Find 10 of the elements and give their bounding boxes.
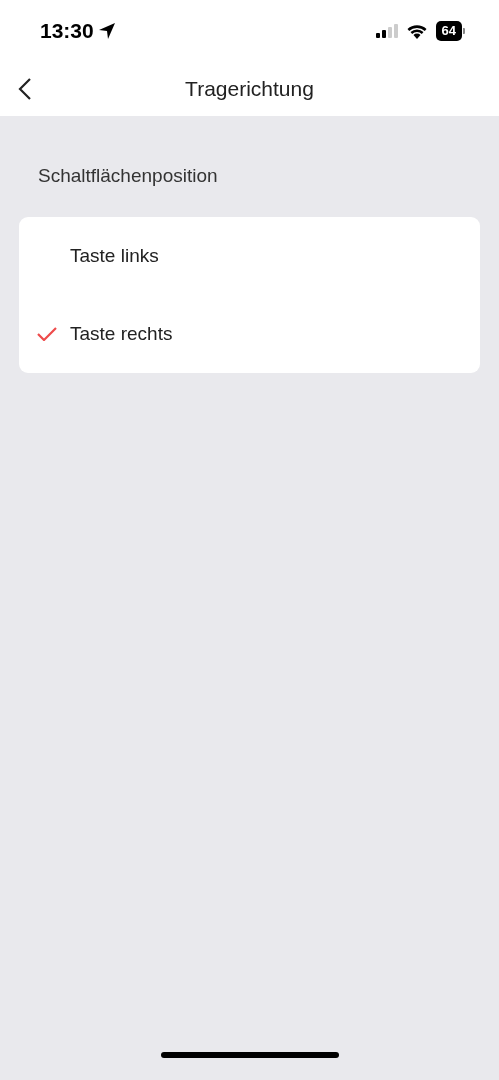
status-time: 13:30 xyxy=(40,19,94,43)
location-arrow-icon xyxy=(97,22,116,40)
signal-icon xyxy=(375,24,398,38)
checkmark-icon xyxy=(37,327,57,341)
wifi-icon xyxy=(405,23,428,39)
section-label: Schaltflächenposition xyxy=(38,164,219,188)
option-row[interactable]: Taste links xyxy=(19,217,480,295)
battery-icon: 64 xyxy=(435,21,465,41)
page-title: Tragerichtung xyxy=(185,77,314,101)
option-row[interactable]: Taste rechts xyxy=(19,295,480,373)
